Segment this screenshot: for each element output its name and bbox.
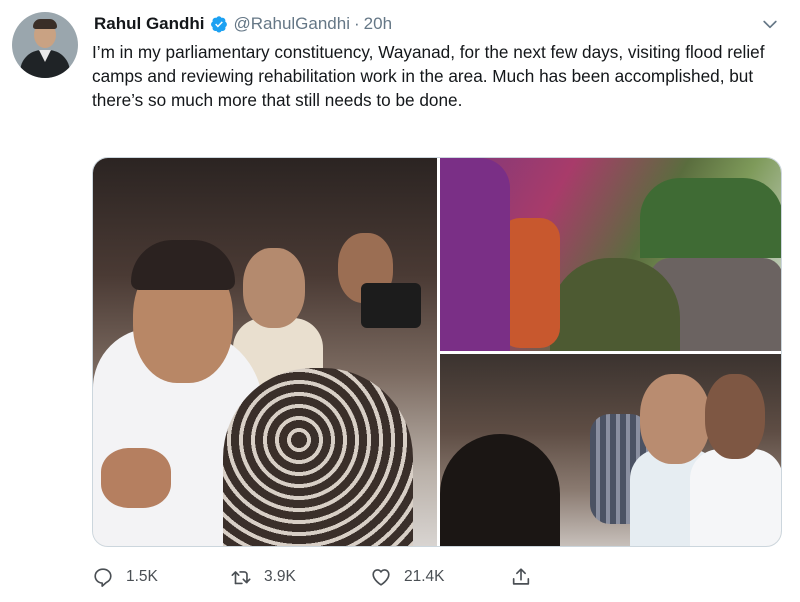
avatar[interactable] <box>12 12 78 78</box>
chevron-down-icon[interactable] <box>760 14 780 34</box>
like-button[interactable]: 21.4K <box>370 566 510 588</box>
retweet-icon <box>231 571 251 585</box>
separator-dot: · <box>354 14 360 33</box>
share-icon <box>512 568 530 585</box>
reply-button[interactable]: 1.5K <box>92 566 230 588</box>
media-photo-1[interactable] <box>93 158 437 546</box>
tweet-text: I’m in my parliamentary constituency, Wa… <box>92 42 765 110</box>
author-handle[interactable]: @RahulGandhi <box>234 14 351 34</box>
retweet-count: 3.9K <box>264 568 296 585</box>
like-count: 21.4K <box>404 568 445 585</box>
reply-icon <box>94 568 112 587</box>
tweet-media-grid <box>92 157 782 547</box>
tweet-header: Rahul Gandhi @RahulGandhi · 20h <box>94 12 392 36</box>
share-button[interactable] <box>510 566 532 588</box>
heart-icon <box>372 569 390 586</box>
verified-badge-icon <box>210 16 227 33</box>
reply-count: 1.5K <box>126 568 158 585</box>
author-name[interactable]: Rahul Gandhi <box>94 14 205 34</box>
tweet-actions: 1.5K 3.9K 21.4K <box>92 566 532 588</box>
media-photo-2[interactable] <box>440 158 781 351</box>
media-photo-3[interactable] <box>440 354 781 546</box>
retweet-button[interactable]: 3.9K <box>230 566 370 588</box>
tweet-time[interactable]: 20h <box>364 14 392 34</box>
